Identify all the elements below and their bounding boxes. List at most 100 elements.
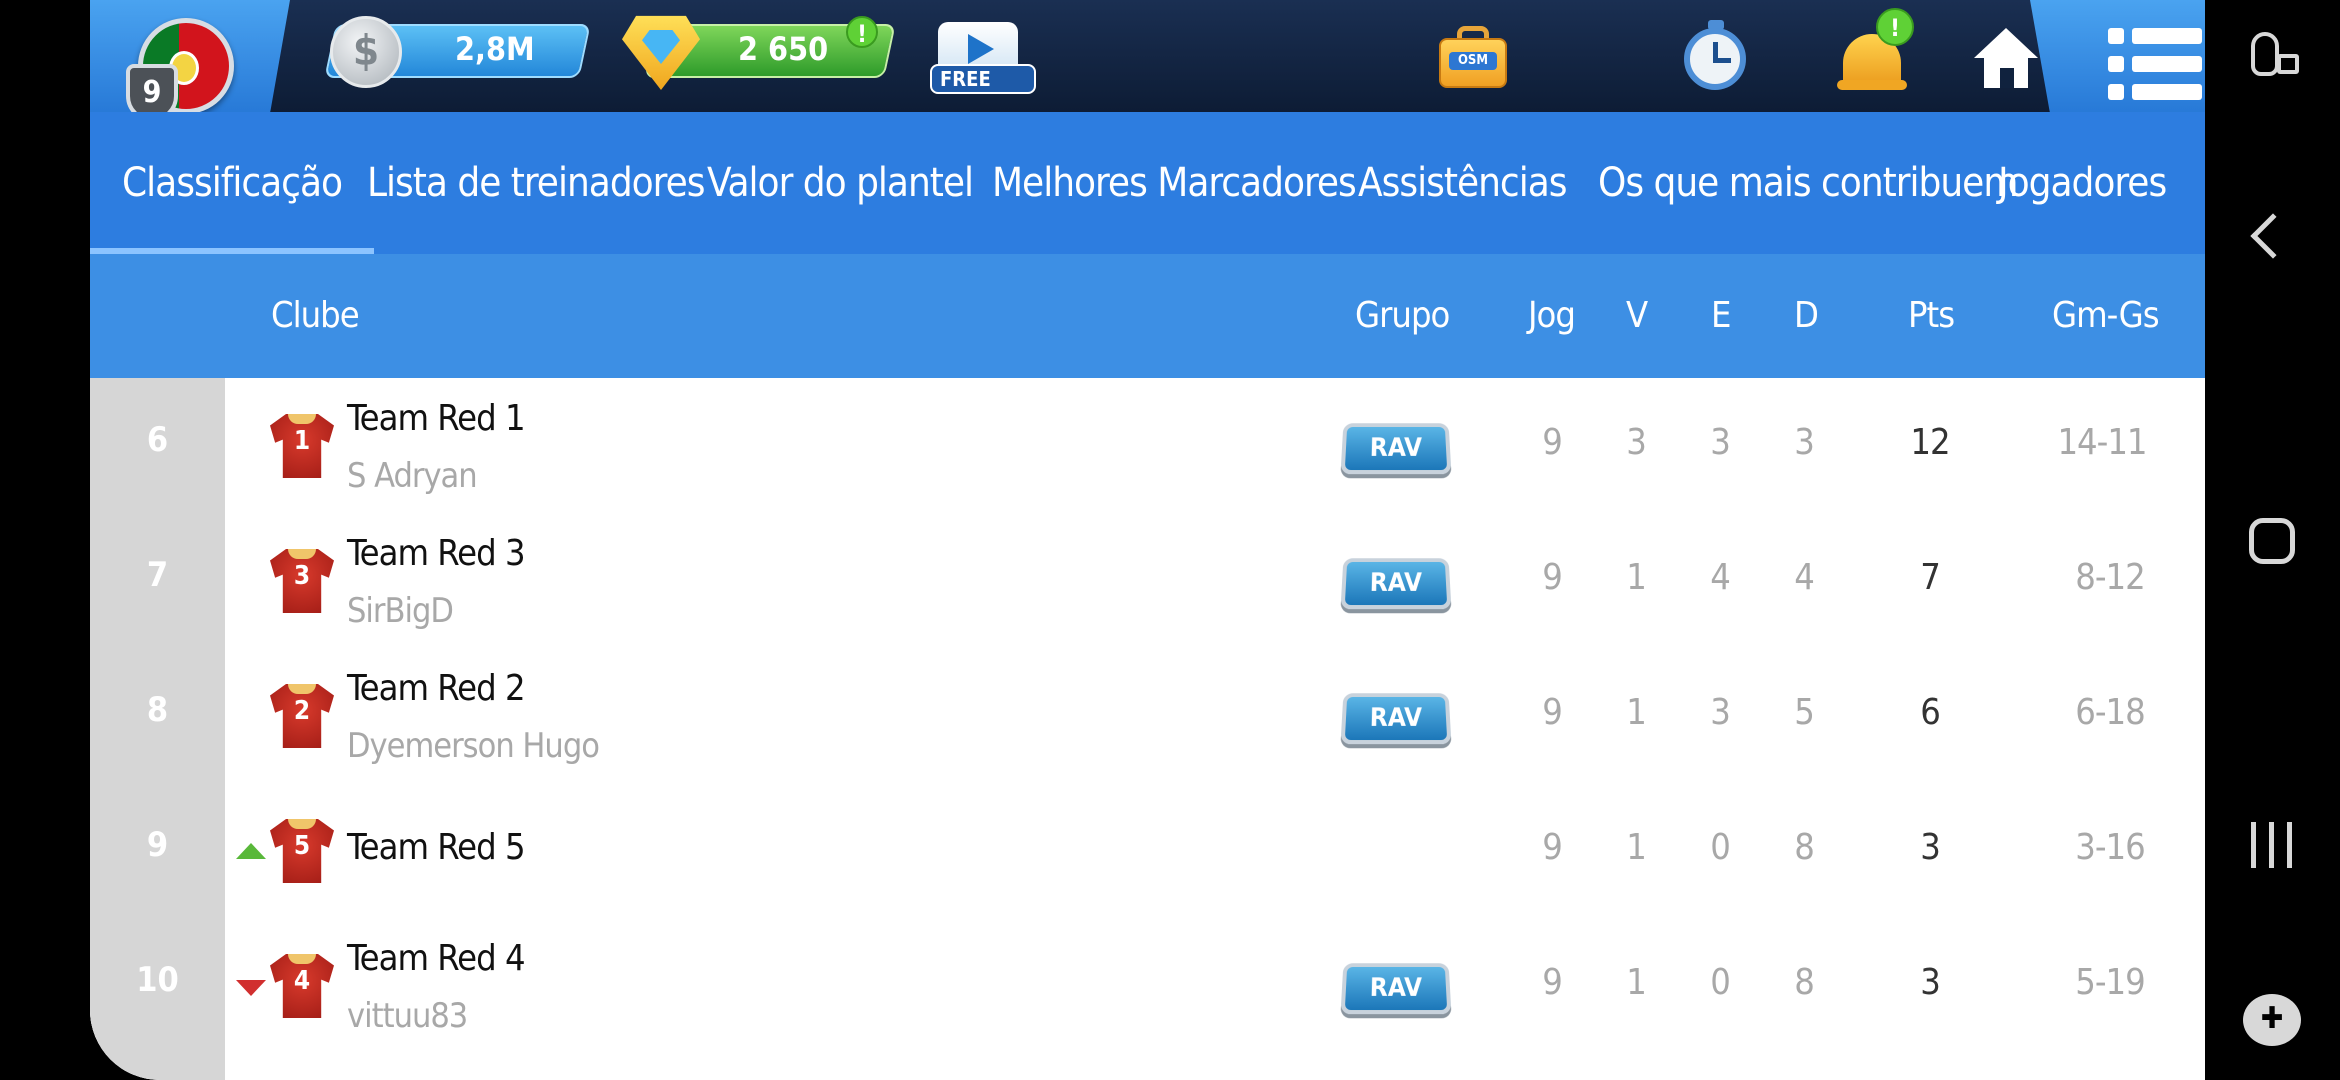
free-video-button[interactable]: FREE [930, 20, 1038, 96]
drawn: 3 [1710, 422, 1731, 463]
trend-up-icon [236, 843, 266, 859]
team-name[interactable]: Team Red 3 [347, 533, 526, 574]
standings-table: 6 1 Team Red 1 S Adryan RAV 9 3 3 3 1 2 1… [90, 378, 2205, 1080]
menu-dot [2108, 28, 2124, 44]
played: 9 [1542, 692, 1563, 733]
drawn: 3 [1710, 692, 1731, 733]
table-row[interactable]: 8 2 Team Red 2 Dyemerson Hugo RAV 9 1 3 … [90, 648, 2205, 783]
back-button[interactable] [2205, 200, 2340, 280]
recents-button[interactable] [2205, 806, 2340, 886]
drawn: 4 [1710, 557, 1731, 598]
free-label: FREE [930, 64, 1036, 94]
coin-icon: $ [330, 16, 402, 88]
column-header-drawn[interactable]: E [1711, 254, 1731, 378]
home-roof [1974, 28, 2038, 58]
jersey-icon: 3 [270, 549, 334, 613]
rank: 8 [146, 690, 169, 730]
coach-name[interactable]: vittuu83 [347, 996, 468, 1036]
group-badge[interactable]: RAV [1340, 693, 1452, 745]
team-name[interactable]: Team Red 1 [347, 398, 526, 439]
menu-dot [2108, 84, 2124, 100]
game-tools-icon[interactable]: ✚ [2205, 980, 2340, 1060]
osm-bag-icon[interactable]: OSM [1435, 20, 1509, 94]
column-header-club[interactable]: Clube [271, 254, 360, 378]
table-row[interactable]: 10 4 Team Red 4 vittuu83 RAV 9 1 0 8 3 5… [90, 918, 2205, 1053]
column-header-lost[interactable]: D [1794, 254, 1819, 378]
group-badge[interactable]: RAV [1340, 423, 1452, 475]
home-square-icon [2249, 518, 2295, 564]
jersey-number: 2 [293, 696, 311, 726]
tab-assistencias[interactable]: Assistências [1358, 112, 1568, 254]
tab-melhores-marcadores[interactable]: Melhores Marcadores [992, 112, 1357, 254]
tab-classificacao[interactable]: Classificação [90, 112, 375, 254]
bell-rim [1837, 80, 1907, 90]
points: 6 [1920, 692, 1941, 733]
jersey-icon: 5 [270, 819, 334, 883]
home-door [2000, 68, 2014, 88]
jersey-icon: 2 [270, 684, 334, 748]
coach-name[interactable]: S Adryan [347, 456, 478, 496]
rank: 10 [136, 960, 179, 1000]
lost: 5 [1794, 692, 1815, 733]
tab-jogadores-melh[interactable]: Jogadores melh [1998, 112, 2205, 348]
hand-shape [2251, 32, 2279, 76]
column-header-played[interactable]: Jog [1528, 254, 1576, 378]
lost: 4 [1794, 557, 1815, 598]
menu-bar [2132, 56, 2202, 72]
menu-bar [2132, 28, 2202, 44]
trend-down-icon [236, 980, 266, 996]
jersey-number: 1 [293, 426, 311, 456]
points: 7 [1920, 557, 1941, 598]
rank: 9 [146, 825, 169, 865]
tab-valor-do-plantel[interactable]: Valor do plantel [707, 112, 974, 254]
gems-value: 2 650 [738, 30, 829, 68]
bell-alert-icon: ! [1876, 8, 1914, 46]
recents-line [2251, 822, 2256, 868]
goals: 6-18 [2075, 692, 2146, 733]
coach-name[interactable]: SirBigD [347, 591, 454, 631]
play-icon [968, 34, 994, 64]
played: 9 [1542, 422, 1563, 463]
won: 1 [1626, 692, 1647, 733]
menu-dot [2108, 56, 2124, 72]
column-header-group[interactable]: Grupo [1355, 254, 1450, 378]
played: 9 [1542, 827, 1563, 868]
clock-icon[interactable] [1680, 20, 1754, 94]
played: 9 [1542, 962, 1563, 1003]
home-button[interactable] [2205, 502, 2340, 582]
menu-icon[interactable] [2108, 28, 2202, 100]
team-name[interactable]: Team Red 2 [347, 668, 526, 709]
game-screen: 9 $ 2,8M 2 650 ! FREE OSM ! Classificaçã… [0, 0, 2205, 1080]
jersey-number: 3 [293, 561, 311, 591]
goals: 14-11 [2057, 422, 2147, 463]
won: 1 [1626, 827, 1647, 868]
app-area: 9 $ 2,8M 2 650 ! FREE OSM ! Classificaçã… [90, 0, 2205, 1080]
column-header-points[interactable]: Pts [1908, 254, 1955, 378]
gamepad-icon: ✚ [2243, 994, 2301, 1046]
goals: 8-12 [2075, 557, 2146, 598]
team-name[interactable]: Team Red 4 [347, 938, 526, 979]
group-badge[interactable]: RAV [1340, 963, 1452, 1015]
jersey-number: 4 [293, 966, 311, 996]
column-header-won[interactable]: V [1626, 254, 1648, 378]
rank: 6 [146, 420, 169, 460]
jersey-icon: 4 [270, 954, 334, 1018]
column-header-goals[interactable]: Gm-Gs [2052, 254, 2160, 378]
group-badge[interactable]: RAV [1340, 558, 1452, 610]
won: 3 [1626, 422, 1647, 463]
osm-tag: OSM [1449, 52, 1497, 70]
tab-lista-de-treinadores[interactable]: Lista de treinadores [367, 112, 705, 254]
touch-lock-icon[interactable] [2205, 20, 2340, 100]
team-name[interactable]: Team Red 5 [347, 827, 526, 868]
goals: 5-19 [2075, 962, 2146, 1003]
goals: 3-16 [2075, 827, 2146, 868]
gems-alert-icon: ! [846, 16, 878, 48]
tab-os-que-mais-contribuem[interactable]: Os que mais contribuem [1598, 112, 2018, 254]
coach-name[interactable]: Dyemerson Hugo [347, 726, 600, 766]
table-row[interactable]: 6 1 Team Red 1 S Adryan RAV 9 3 3 3 12 1… [90, 378, 2205, 513]
system-nav-bar: ✚ [2205, 0, 2340, 1080]
table-row[interactable]: 9 5 Team Red 5 9 1 0 8 3 3-16 [90, 783, 2205, 918]
home-icon[interactable] [1970, 20, 2044, 94]
table-row[interactable]: 7 3 Team Red 3 SirBigD RAV 9 1 4 4 7 8-1… [90, 513, 2205, 648]
jersey-number: 5 [293, 831, 311, 861]
